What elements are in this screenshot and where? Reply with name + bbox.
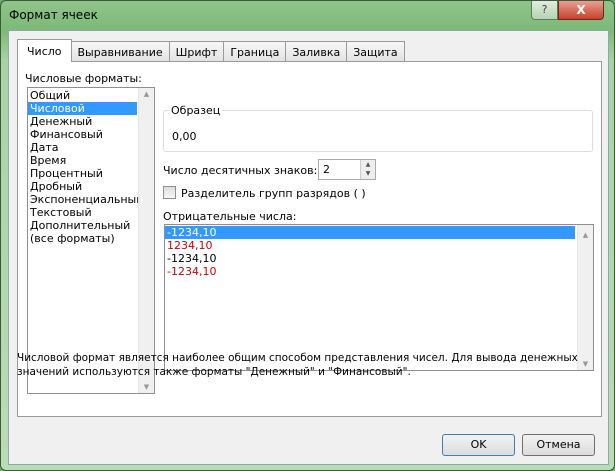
- ok-button[interactable]: OK: [442, 434, 515, 456]
- help-button[interactable]: ?: [531, 1, 558, 20]
- tab-fill[interactable]: Заливка: [285, 41, 348, 61]
- format-item[interactable]: Дробный: [28, 180, 137, 193]
- decimals-spinner[interactable]: 2 ▲ ▼: [318, 159, 376, 180]
- tab-alignment[interactable]: Выравнивание: [70, 41, 170, 61]
- negative-label: Отрицательные числа:: [163, 210, 297, 223]
- negative-format-item[interactable]: -1234,10: [165, 226, 575, 239]
- negative-format-item[interactable]: 1234,10: [165, 239, 575, 252]
- dialog-title: Формат ячеек: [9, 8, 98, 22]
- format-item[interactable]: Денежный: [28, 115, 137, 128]
- negative-list-scrollbar[interactable]: ▲ ▼: [577, 225, 593, 370]
- negative-format-item[interactable]: -1234,10: [165, 252, 575, 265]
- sample-label: Образец: [169, 104, 223, 117]
- format-item[interactable]: Общий: [28, 89, 137, 102]
- negative-list[interactable]: -1234,10 1234,10 -1234,10 -1234,10 ▲ ▼: [164, 224, 594, 371]
- tab-number[interactable]: Число: [17, 39, 72, 62]
- decimals-value: 2: [323, 163, 330, 176]
- formats-label: Числовые форматы:: [25, 72, 142, 85]
- tab-border[interactable]: Граница: [223, 41, 287, 61]
- format-item[interactable]: Числовой: [28, 102, 137, 115]
- format-item[interactable]: Текстовый: [28, 206, 137, 219]
- sample-value: 0,00: [172, 130, 197, 143]
- decimals-label: Число десятичных знаков:: [163, 164, 318, 177]
- format-list-scrollbar[interactable]: ▲ ▼: [138, 88, 154, 393]
- separator-checkbox[interactable]: [163, 186, 176, 199]
- format-item[interactable]: Дата: [28, 141, 137, 154]
- close-button[interactable]: X: [558, 1, 604, 20]
- cancel-button[interactable]: Отмена: [522, 434, 595, 456]
- format-cells-dialog: Формат ячеек ? X Число Выравнивание Шриф…: [0, 0, 615, 471]
- format-item[interactable]: Процентный: [28, 167, 137, 180]
- format-item[interactable]: (все форматы): [28, 232, 137, 245]
- format-description: Числовой формат является наиболее общим …: [17, 352, 578, 378]
- format-list[interactable]: Общий Числовой Денежный Финансовый Дата Время…: [27, 87, 155, 394]
- spinner-arrows[interactable]: ▲ ▼: [360, 160, 375, 179]
- tab-protection[interactable]: Защита: [346, 41, 405, 61]
- format-item[interactable]: Время: [28, 154, 137, 167]
- format-item[interactable]: Дополнительный: [28, 219, 137, 232]
- dialog-body: Число Выравнивание Шрифт Граница Заливка…: [8, 30, 609, 465]
- tab-strip: Число Выравнивание Шрифт Граница Заливка…: [17, 39, 405, 62]
- format-item[interactable]: Экспоненциальный: [28, 193, 143, 206]
- sample-group: Образец 0,00: [163, 104, 593, 152]
- format-item[interactable]: Финансовый: [28, 128, 137, 141]
- tab-font[interactable]: Шрифт: [168, 41, 225, 61]
- negative-format-item[interactable]: -1234,10: [165, 265, 575, 278]
- separator-label: Разделитель групп разрядов ( ): [181, 187, 366, 200]
